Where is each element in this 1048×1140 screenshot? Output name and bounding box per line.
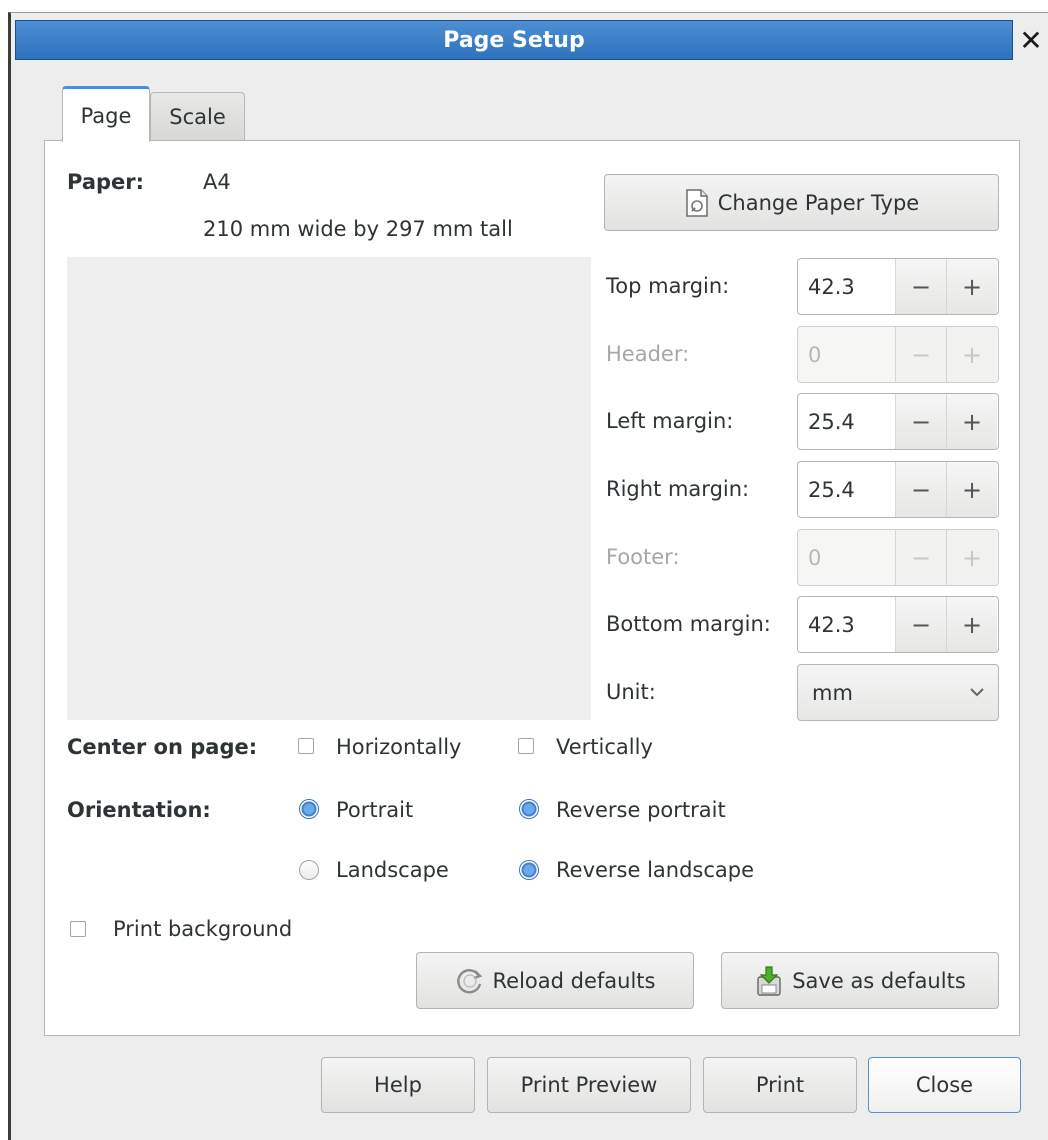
reload-defaults-label: Reload defaults (492, 968, 656, 993)
paper-name: A4 (203, 170, 231, 194)
chevron-down-icon (970, 688, 984, 697)
right-margin-increment[interactable]: + (946, 462, 997, 517)
print-button-label: Print (755, 1073, 805, 1097)
top-margin-spinner: 42.3 − + (797, 258, 999, 315)
reverse-landscape-radio[interactable] (519, 860, 539, 880)
save-defaults-icon (757, 965, 781, 996)
footer-increment: + (946, 530, 997, 585)
save-as-defaults-label: Save as defaults (792, 968, 966, 993)
footer-label: Footer: (606, 545, 680, 569)
portrait-label[interactable]: Portrait (336, 798, 413, 822)
window-title: Page Setup (443, 27, 585, 53)
center-on-page-label: Center on page: (67, 735, 258, 759)
orientation-label: Orientation: (67, 798, 211, 822)
change-paper-type-label: Change Paper Type (717, 190, 920, 215)
top-margin-increment[interactable]: + (946, 259, 997, 314)
header-increment: + (946, 327, 997, 382)
bottom-margin-input[interactable]: 42.3 (798, 597, 895, 652)
print-preview-button-label: Print Preview (520, 1073, 658, 1097)
bottom-margin-decrement[interactable]: − (895, 597, 946, 652)
footer-spinner: 0 − + (797, 529, 999, 586)
right-margin-label: Right margin: (606, 477, 750, 501)
change-paper-type-button[interactable]: Change Paper Type (604, 174, 999, 231)
horizontally-label[interactable]: Horizontally (336, 735, 462, 759)
help-button[interactable]: Help (321, 1057, 475, 1113)
footer-decrement: − (895, 530, 946, 585)
landscape-radio[interactable] (299, 860, 319, 880)
paper-type-icon (686, 188, 708, 217)
left-margin-spinner: 25.4 − + (797, 393, 999, 450)
close-window-icon[interactable]: ✕ (1014, 20, 1048, 60)
unit-label: Unit: (606, 680, 656, 704)
save-as-defaults-button[interactable]: Save as defaults (721, 952, 999, 1009)
landscape-label[interactable]: Landscape (336, 858, 449, 882)
top-margin-label: Top margin: (606, 274, 730, 298)
vertically-checkbox[interactable] (518, 738, 534, 754)
print-background-checkbox[interactable] (70, 921, 86, 937)
left-margin-increment[interactable]: + (946, 394, 997, 449)
bottom-margin-label: Bottom margin: (606, 612, 771, 636)
reverse-portrait-label[interactable]: Reverse portrait (556, 798, 726, 822)
right-margin-decrement[interactable]: − (895, 462, 946, 517)
header-label: Header: (606, 342, 690, 366)
right-margin-spinner: 25.4 − + (797, 461, 999, 518)
close-button-label: Close (915, 1073, 974, 1097)
header-spinner: 0 − + (797, 326, 999, 383)
left-margin-label: Left margin: (606, 409, 734, 433)
left-margin-decrement[interactable]: − (895, 394, 946, 449)
reverse-portrait-radio[interactable] (519, 799, 539, 819)
bottom-margin-spinner: 42.3 − + (797, 596, 999, 653)
right-margin-input[interactable]: 25.4 (798, 462, 895, 517)
header-input: 0 (808, 342, 822, 367)
bottom-margin-increment[interactable]: + (946, 597, 997, 652)
help-button-label: Help (374, 1073, 422, 1097)
unit-dropdown[interactable]: mm (797, 664, 999, 721)
horizontally-checkbox[interactable] (298, 738, 314, 754)
top-margin-input[interactable]: 42.3 (798, 259, 895, 314)
print-background-label[interactable]: Print background (113, 917, 292, 941)
reload-icon (456, 968, 482, 993)
tab-page[interactable]: Page (62, 86, 150, 142)
print-button[interactable]: Print (703, 1057, 857, 1113)
vertically-label[interactable]: Vertically (556, 735, 653, 759)
header-decrement: − (895, 327, 946, 382)
reverse-landscape-label[interactable]: Reverse landscape (556, 858, 754, 882)
paper-dimensions: 210 mm wide by 297 mm tall (203, 217, 513, 241)
left-margin-input[interactable]: 25.4 (798, 394, 895, 449)
footer-input: 0 (808, 545, 822, 570)
page-preview (67, 257, 591, 720)
tab-scale[interactable]: Scale (150, 92, 245, 141)
reload-defaults-button[interactable]: Reload defaults (416, 952, 694, 1009)
close-button[interactable]: Close (868, 1057, 1021, 1113)
tab-page-label: Page (80, 103, 132, 128)
print-preview-button[interactable]: Print Preview (487, 1057, 691, 1113)
paper-label: Paper: (67, 170, 145, 194)
portrait-radio[interactable] (299, 799, 319, 819)
unit-value: mm (812, 680, 853, 705)
top-margin-decrement[interactable]: − (895, 259, 946, 314)
tab-scale-label: Scale (169, 105, 226, 129)
title-bar: Page Setup (15, 20, 1013, 60)
